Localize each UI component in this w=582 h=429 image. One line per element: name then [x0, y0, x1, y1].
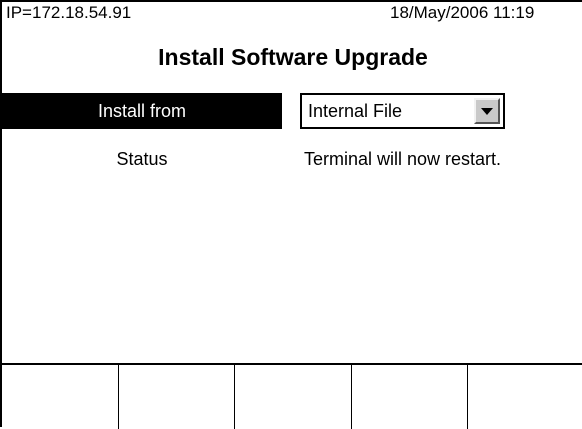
status-value: Terminal will now restart. [304, 149, 502, 169]
ip-address: IP=172.18.54.91 [6, 3, 132, 22]
install-from-value: Internal File [308, 101, 403, 121]
softkey-5[interactable] [468, 365, 582, 429]
page-title: Install Software Upgrade [158, 44, 428, 70]
softkey-2[interactable] [119, 365, 236, 429]
status-label: Status [116, 149, 168, 169]
chevron-down-icon[interactable] [474, 98, 500, 124]
install-from-label[interactable]: Install from [2, 93, 282, 129]
softkey-1[interactable] [2, 365, 119, 429]
softkey-4[interactable] [352, 365, 469, 429]
terminal-screen: IP=172.18.54.91 18/May/2006 11:19 Instal… [0, 0, 582, 429]
date-time: 18/May/2006 11:19 [390, 3, 535, 22]
install-from-select[interactable]: Internal File [300, 93, 505, 129]
softkey-3[interactable] [235, 365, 352, 429]
softkey-bar [2, 363, 582, 429]
